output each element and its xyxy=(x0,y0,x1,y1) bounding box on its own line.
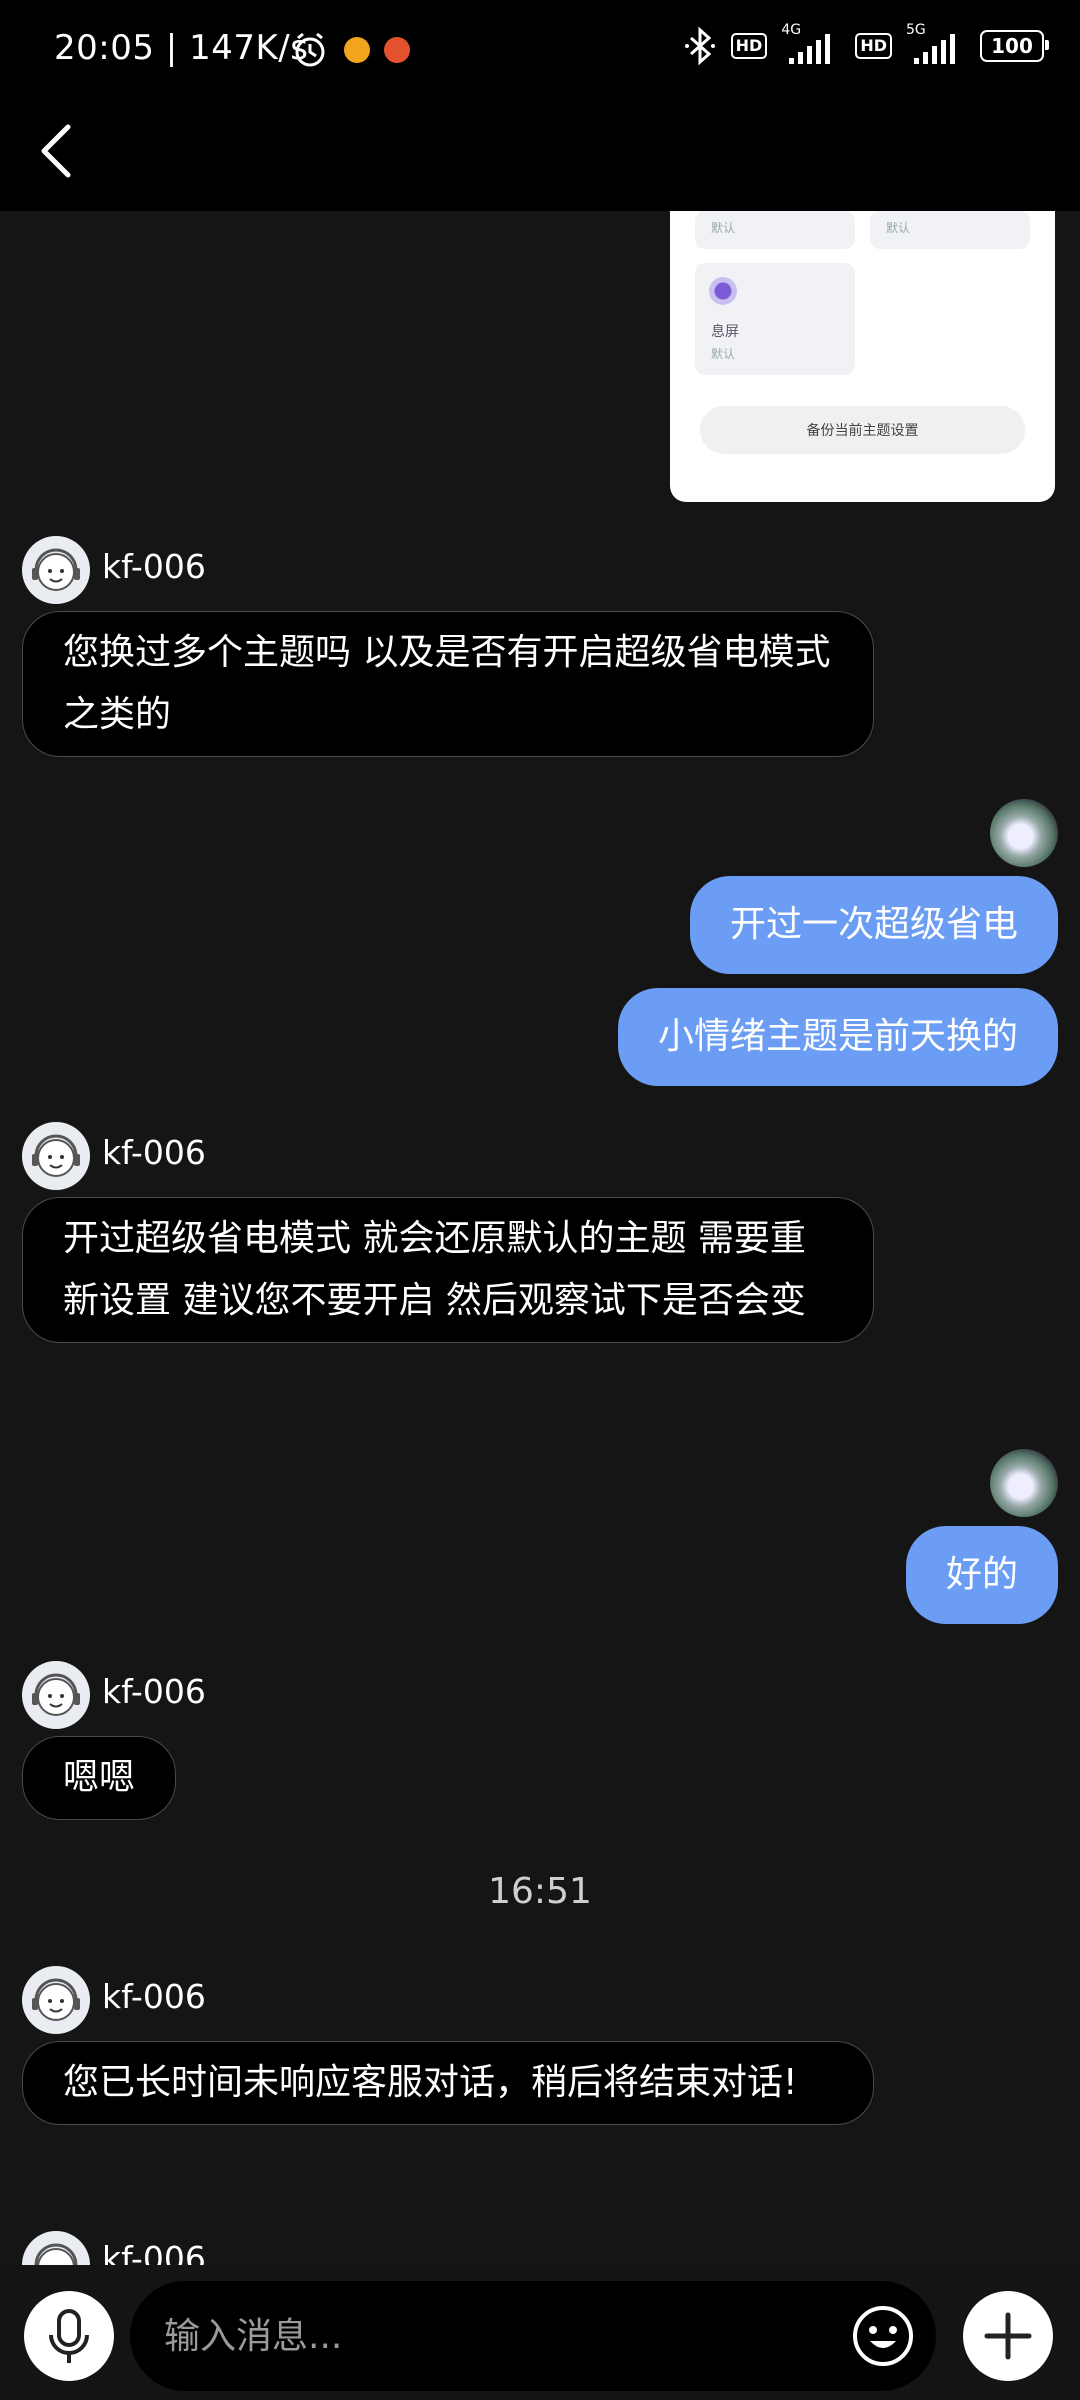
user-avatar-2[interactable] xyxy=(990,1449,1058,1517)
chat-header xyxy=(0,105,1080,211)
battery-icon: 100 xyxy=(980,30,1049,62)
agent-avatar-5[interactable] xyxy=(22,2231,90,2265)
tile-sub-3: 默认 xyxy=(711,347,736,361)
agent-avatar-icon-4 xyxy=(32,1978,80,2021)
plus-icon xyxy=(984,2312,1032,2360)
voice-button[interactable] xyxy=(24,2291,114,2381)
user-message-bubble-2: 小情绪主题是前天换的 xyxy=(617,988,1058,1086)
backup-theme-button: 备份当前主题设置 xyxy=(700,406,1025,454)
signal-4g-icon: 4G xyxy=(781,22,841,64)
agent-avatar[interactable] xyxy=(22,536,90,604)
microphone-icon xyxy=(49,2309,89,2363)
signal-5g-icon: 5G xyxy=(906,22,966,64)
hd-badge-2: HD xyxy=(855,33,892,59)
status-bar: 20:05 | 147K/s HD 4G HD 5G 100 xyxy=(0,0,1080,105)
agent-message-bubble-4: 您已长时间未响应客服对话，稍后将结束对话! xyxy=(22,2041,874,2125)
agent-message-bubble: 您换过多个主题吗 以及是否有开启超级省电模式之类的 xyxy=(22,611,874,757)
agent-name-5: kf-006 xyxy=(102,2239,206,2265)
user-message-bubble-3: 好的 xyxy=(905,1526,1058,1624)
app-notification-icon-2 xyxy=(384,37,410,63)
theme-tile-2: 默认 xyxy=(870,211,1030,249)
agent-message-bubble-3: 嗯嗯 xyxy=(22,1736,177,1820)
agent-name: kf-006 xyxy=(102,547,206,586)
emoji-icon[interactable] xyxy=(850,2303,916,2369)
user-message-bubble: 开过一次超级省电 xyxy=(689,876,1058,974)
agent-avatar-4[interactable] xyxy=(22,1966,90,2034)
notification-icons xyxy=(290,30,410,70)
app-notification-icon xyxy=(344,37,370,63)
back-chevron-left-icon[interactable] xyxy=(30,119,90,179)
agent-name-3: kf-006 xyxy=(102,1672,206,1711)
message-input[interactable] xyxy=(130,2281,936,2391)
hd-badge: HD xyxy=(730,33,768,59)
tile-sub-2: 默认 xyxy=(886,221,911,235)
image-message[interactable]: 默认 默认 息屏 默认 备份当前主题设置 xyxy=(670,211,1055,502)
agent-avatar-3[interactable] xyxy=(22,1661,90,1729)
status-right: HD 4G HD 5G 100 xyxy=(683,22,1049,66)
agent-avatar-icon-3 xyxy=(32,1673,80,1716)
more-button[interactable] xyxy=(963,2291,1053,2381)
chat-area[interactable]: 默认 默认 息屏 默认 备份当前主题设置 kf-006 您换过多个主题吗 以及是… xyxy=(0,211,1080,2265)
theme-tile: 默认 xyxy=(695,211,855,249)
timestamp: 16:51 xyxy=(488,1871,592,1912)
user-avatar[interactable] xyxy=(990,799,1058,867)
agent-avatar-2[interactable] xyxy=(22,1122,90,1190)
tile-title: 息屏 xyxy=(711,324,739,340)
alarm-icon xyxy=(295,32,325,67)
agent-name-2: kf-006 xyxy=(102,1133,206,1172)
agent-message-bubble-2: 开过超级省电模式 就会还原默认的主题 需要重新设置 建议您不要开启 然后观察试下… xyxy=(22,1197,874,1343)
input-bar xyxy=(0,2265,1080,2400)
theme-tile-3: 息屏 默认 xyxy=(695,263,855,375)
agent-avatar-icon xyxy=(32,548,80,591)
tile-sub: 默认 xyxy=(711,221,736,235)
radio-icon xyxy=(709,277,737,305)
agent-avatar-icon-2 xyxy=(32,1134,80,1177)
status-time: 20:05 xyxy=(54,28,155,68)
bluetooth-icon xyxy=(684,26,715,66)
status-time-speed: 20:05 | 147K/s xyxy=(54,28,309,68)
agent-avatar-icon-5 xyxy=(34,2243,78,2265)
agent-name-4: kf-006 xyxy=(102,1977,206,2016)
battery-level: 100 xyxy=(991,34,1033,58)
